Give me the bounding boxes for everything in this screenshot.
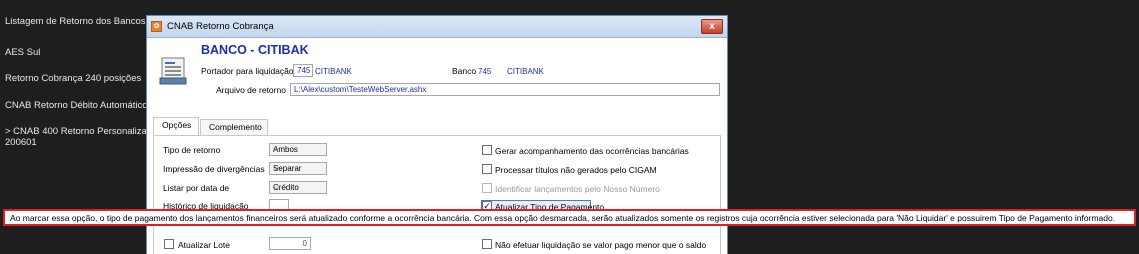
nav-item-cnab-debito-automatico[interactable]: CNAB Retorno Débito Automático [5,100,148,111]
portador-name: CITIBANK [315,67,352,76]
dialog-title: CNAB Retorno Cobrança [167,21,274,32]
close-button[interactable]: x [701,19,723,34]
banco-code: 745 [478,67,492,76]
identificar-nosso-numero-checkbox [482,183,492,193]
atualizar-lote-label: Atualizar Lote [178,240,230,250]
arquivo-retorno-value: L:\Alex\custom\TesteWebServer.ashx [294,85,427,94]
atualizar-lote-field[interactable]: 0 [269,237,311,250]
help-tooltip: Ao marcar essa opção, o tipo de pagament… [3,209,1136,226]
arquivo-retorno-label: Arquivo de retorno [216,85,286,95]
chevron-down-icon: ⌵ [273,144,280,153]
tipo-retorno-select[interactable]: Ambos ⌵ [269,143,327,156]
document-icon [159,57,187,85]
processar-titulos-checkbox[interactable] [482,164,492,174]
nao-efetuar-liquidacao-label: Não efetuar liquidação se valor pago men… [495,240,707,250]
banco-label: Banco [452,66,477,76]
nav-item-code: 200601 [5,137,37,148]
chevron-down-icon: ⌵ [273,182,280,191]
chevron-down-icon: ⌵ [273,163,280,172]
identificar-nosso-numero-label: Identificar lançamentos pelo Nosso Númer… [495,184,660,194]
nav-item-retorno-cobranca-240[interactable]: Retorno Cobrança 240 posições [5,73,141,84]
arquivo-retorno-field[interactable]: L:\Alex\custom\TesteWebServer.ashx [290,83,720,96]
atualizar-lote-checkbox[interactable] [164,239,174,249]
impressao-divergencias-select[interactable]: Separar ⌵ [269,162,327,175]
nav-item-aes-sul[interactable]: AES Sul [5,47,40,58]
atualizar-lote-value: 0 [302,239,307,248]
portador-code-value: 745 [297,66,311,75]
nav-item-cnab-400-personalizado[interactable]: > CNAB 400 Retorno Personalizado [5,126,157,137]
nao-efetuar-liquidacao-checkbox[interactable] [482,239,492,249]
app-icon: ✿ [151,21,162,32]
gerar-acompanhamento-checkbox[interactable] [482,145,492,155]
tipo-retorno-label: Tipo de retorno [163,145,221,155]
tab-opcoes[interactable]: Opções [153,117,199,135]
banco-name: CITIBANK [507,67,544,76]
nav-item-listagem-retorno[interactable]: Listagem de Retorno dos Bancos [5,16,145,27]
tooltip-text: Ao marcar essa opção, o tipo de pagament… [10,213,1116,223]
tab-complemento[interactable]: Complemento [200,119,268,135]
listar-data-select[interactable]: Crédito ⌵ [269,181,327,194]
impressao-divergencias-label: Impressão de divergências [163,164,265,174]
processar-titulos-label: Processar títulos não gerados pelo CIGAM [495,165,657,175]
dialog-titlebar[interactable]: ✿ CNAB Retorno Cobrança x [147,16,727,38]
opcoes-panel: Tipo de retorno Ambos ⌵ Impressão de div… [153,135,721,254]
bank-title: BANCO - CITIBAK [201,43,309,57]
gerar-acompanhamento-label: Gerar acompanhamento das ocorrências ban… [495,146,689,156]
portador-label: Portador para liquidação [201,66,294,76]
portador-code-field[interactable]: 745 [293,64,313,77]
listar-data-label: Listar por data de [163,183,230,193]
